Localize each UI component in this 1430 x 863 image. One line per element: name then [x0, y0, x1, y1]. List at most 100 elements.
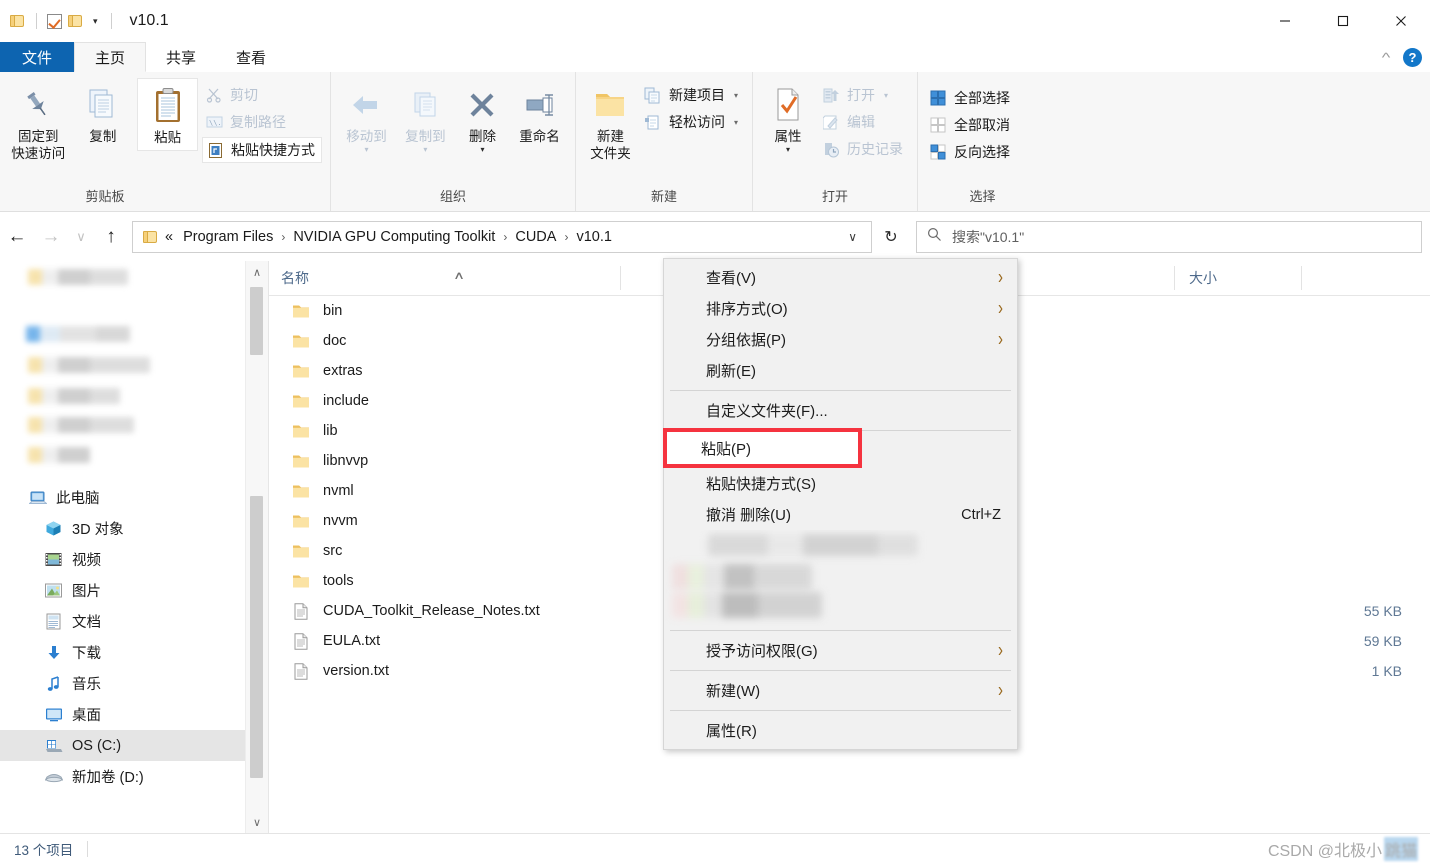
scroll-down-icon[interactable]: ∨: [246, 811, 268, 833]
text-file-icon: [291, 633, 311, 650]
context-menu-item-refresh[interactable]: 刷新(E): [664, 355, 1017, 386]
sidebar-item-downloads[interactable]: 下载: [0, 637, 268, 668]
cut-button[interactable]: 剪切: [202, 83, 322, 107]
sidebar-item-music[interactable]: 音乐: [0, 668, 268, 699]
new-folder-button[interactable]: 新建 文件夹: [584, 78, 637, 166]
sidebar-item-videos[interactable]: 视频: [0, 544, 268, 575]
move-to-button[interactable]: 移动到 ▾: [339, 78, 394, 157]
nav-scroll-thumb-top[interactable]: [250, 287, 263, 355]
context-menu: 查看(V) › 排序方式(O) › 分组依据(P) › 刷新(E) 自定义文件夹…: [663, 258, 1018, 750]
pictures-icon: [44, 582, 63, 600]
sidebar-item-desktop[interactable]: 桌面: [0, 699, 268, 730]
sidebar-item-pictures[interactable]: 图片: [0, 575, 268, 606]
svg-text:\\.: \\.: [209, 119, 222, 127]
select-small-buttons: 全部选择 全部取消: [926, 78, 1016, 164]
context-menu-item-grant-access[interactable]: 授予访问权限(G) ›: [664, 635, 1017, 666]
sidebar-label: 音乐: [72, 673, 101, 694]
select-all-button[interactable]: 全部选择: [926, 86, 1016, 110]
nav-redacted-item[interactable]: [0, 318, 268, 349]
context-menu-item-new[interactable]: 新建(W) ›: [664, 675, 1017, 706]
nav-redacted-item[interactable]: [0, 439, 268, 470]
up-button[interactable]: ↑: [94, 213, 128, 261]
minimize-button[interactable]: [1256, 0, 1314, 42]
breadcrumb-item-3[interactable]: v10.1: [571, 229, 616, 245]
easy-access-label: 轻松访问: [669, 112, 725, 132]
context-menu-item-view[interactable]: 查看(V) ›: [664, 262, 1017, 293]
properties-button[interactable]: 属性 ▾: [761, 78, 815, 157]
tab-file[interactable]: 文件: [0, 42, 74, 72]
forward-button[interactable]: →: [34, 213, 68, 261]
select-none-button[interactable]: 全部取消: [926, 113, 1016, 137]
paste-highlight-label[interactable]: 粘贴(P): [663, 428, 862, 468]
chevron-down-icon[interactable]: ▾: [90, 17, 101, 26]
context-menu-item-group-by[interactable]: 分组依据(P) ›: [664, 324, 1017, 355]
help-icon[interactable]: ?: [1403, 48, 1422, 67]
breadcrumb-item-2[interactable]: CUDA: [510, 229, 561, 245]
search-box[interactable]: 搜索"v10.1": [916, 221, 1422, 253]
nav-scrollbar[interactable]: ∧ ∨: [245, 261, 268, 833]
context-menu-label: 属性(R): [706, 720, 757, 741]
invert-selection-button[interactable]: 反向选择: [926, 140, 1016, 164]
nav-redacted-item[interactable]: [0, 411, 268, 439]
close-button[interactable]: [1372, 0, 1430, 42]
tab-view[interactable]: 查看: [216, 42, 286, 72]
history-button[interactable]: 历史记录: [819, 137, 909, 161]
item-count-label: 13 个项目: [0, 839, 73, 859]
back-button[interactable]: ←: [0, 213, 34, 261]
context-menu-label: 新建(W): [706, 680, 760, 701]
file-name: extras: [323, 363, 363, 379]
videos-icon: [44, 551, 63, 569]
breadcrumb-separator-icon[interactable]: ›: [500, 230, 510, 244]
column-header-name[interactable]: 名称: [269, 266, 621, 290]
delete-button[interactable]: 删除 ▾: [457, 78, 508, 157]
tab-share[interactable]: 共享: [146, 42, 216, 72]
chevron-down-icon[interactable]: ∨: [836, 230, 869, 244]
column-header-size[interactable]: 大小: [1174, 266, 1302, 290]
breadcrumb-item-0[interactable]: Program Files: [178, 229, 278, 245]
breadcrumb-separator-icon[interactable]: ›: [278, 230, 288, 244]
copy-to-button[interactable]: 复制到 ▾: [398, 78, 453, 157]
sidebar-item-this-pc[interactable]: 此电脑: [0, 482, 268, 513]
breadcrumb-overflow[interactable]: «: [163, 229, 178, 245]
rename-button[interactable]: 重命名: [512, 78, 567, 149]
sidebar-item-3d-objects[interactable]: 3D 对象: [0, 513, 268, 544]
properties-qat-icon[interactable]: [47, 14, 62, 29]
sidebar-item-os-c[interactable]: OS (C:): [0, 730, 268, 761]
nav-redacted-item[interactable]: [0, 380, 268, 411]
maximize-button[interactable]: [1314, 0, 1372, 42]
copy-button[interactable]: 复制: [73, 78, 134, 149]
new-item-button[interactable]: 新建项目 ▾: [641, 83, 744, 107]
tab-home[interactable]: 主页: [74, 42, 146, 72]
breadcrumb-separator-icon[interactable]: ›: [561, 230, 571, 244]
edit-button[interactable]: 编辑: [819, 110, 909, 134]
history-label: 历史记录: [847, 139, 903, 159]
sidebar-item-documents[interactable]: 文档: [0, 606, 268, 637]
recent-locations-button[interactable]: ∨: [68, 213, 94, 261]
paste-shortcut-button[interactable]: 粘贴快捷方式: [202, 137, 322, 163]
sidebar-item-new-volume-d[interactable]: 新加卷 (D:): [0, 761, 268, 792]
context-menu-item-properties[interactable]: 属性(R): [664, 715, 1017, 746]
nav-redacted-item[interactable]: [0, 261, 268, 292]
open-button[interactable]: 打开 ▾: [819, 83, 909, 107]
context-menu-redacted-items[interactable]: [664, 530, 1017, 626]
easy-access-button[interactable]: 轻松访问 ▾: [641, 110, 744, 134]
context-menu-item-customize-folder[interactable]: 自定义文件夹(F)...: [664, 395, 1017, 426]
refresh-button[interactable]: ↻: [872, 221, 910, 253]
breadcrumb-bar[interactable]: « Program Files › NVIDIA GPU Computing T…: [132, 221, 872, 253]
search-input[interactable]: 搜索"v10.1": [952, 227, 1024, 247]
context-menu-item-undo-delete[interactable]: 撤消 删除(U) Ctrl+Z: [664, 499, 1017, 530]
pin-to-quick-access-button[interactable]: 固定到 快速访问: [8, 78, 69, 166]
collapse-ribbon-icon[interactable]: ^: [1382, 50, 1391, 65]
context-menu-item-sort-by[interactable]: 排序方式(O) ›: [664, 293, 1017, 324]
context-menu-item-paste-shortcut[interactable]: 粘贴快捷方式(S): [664, 468, 1017, 499]
breadcrumb-item-1[interactable]: NVIDIA GPU Computing Toolkit: [288, 229, 500, 245]
new-folder-qat-icon[interactable]: [68, 14, 84, 28]
context-menu-label: 撤消 删除(U): [706, 504, 791, 525]
paste-button[interactable]: 粘贴: [137, 78, 198, 151]
file-name: EULA.txt: [323, 633, 380, 649]
new-folder-icon: [592, 82, 628, 128]
nav-scroll-thumb[interactable]: [250, 496, 263, 778]
scroll-up-icon[interactable]: ∧: [246, 261, 268, 283]
copy-path-button[interactable]: \\. 复制路径: [202, 110, 322, 134]
nav-redacted-item[interactable]: [0, 349, 268, 380]
